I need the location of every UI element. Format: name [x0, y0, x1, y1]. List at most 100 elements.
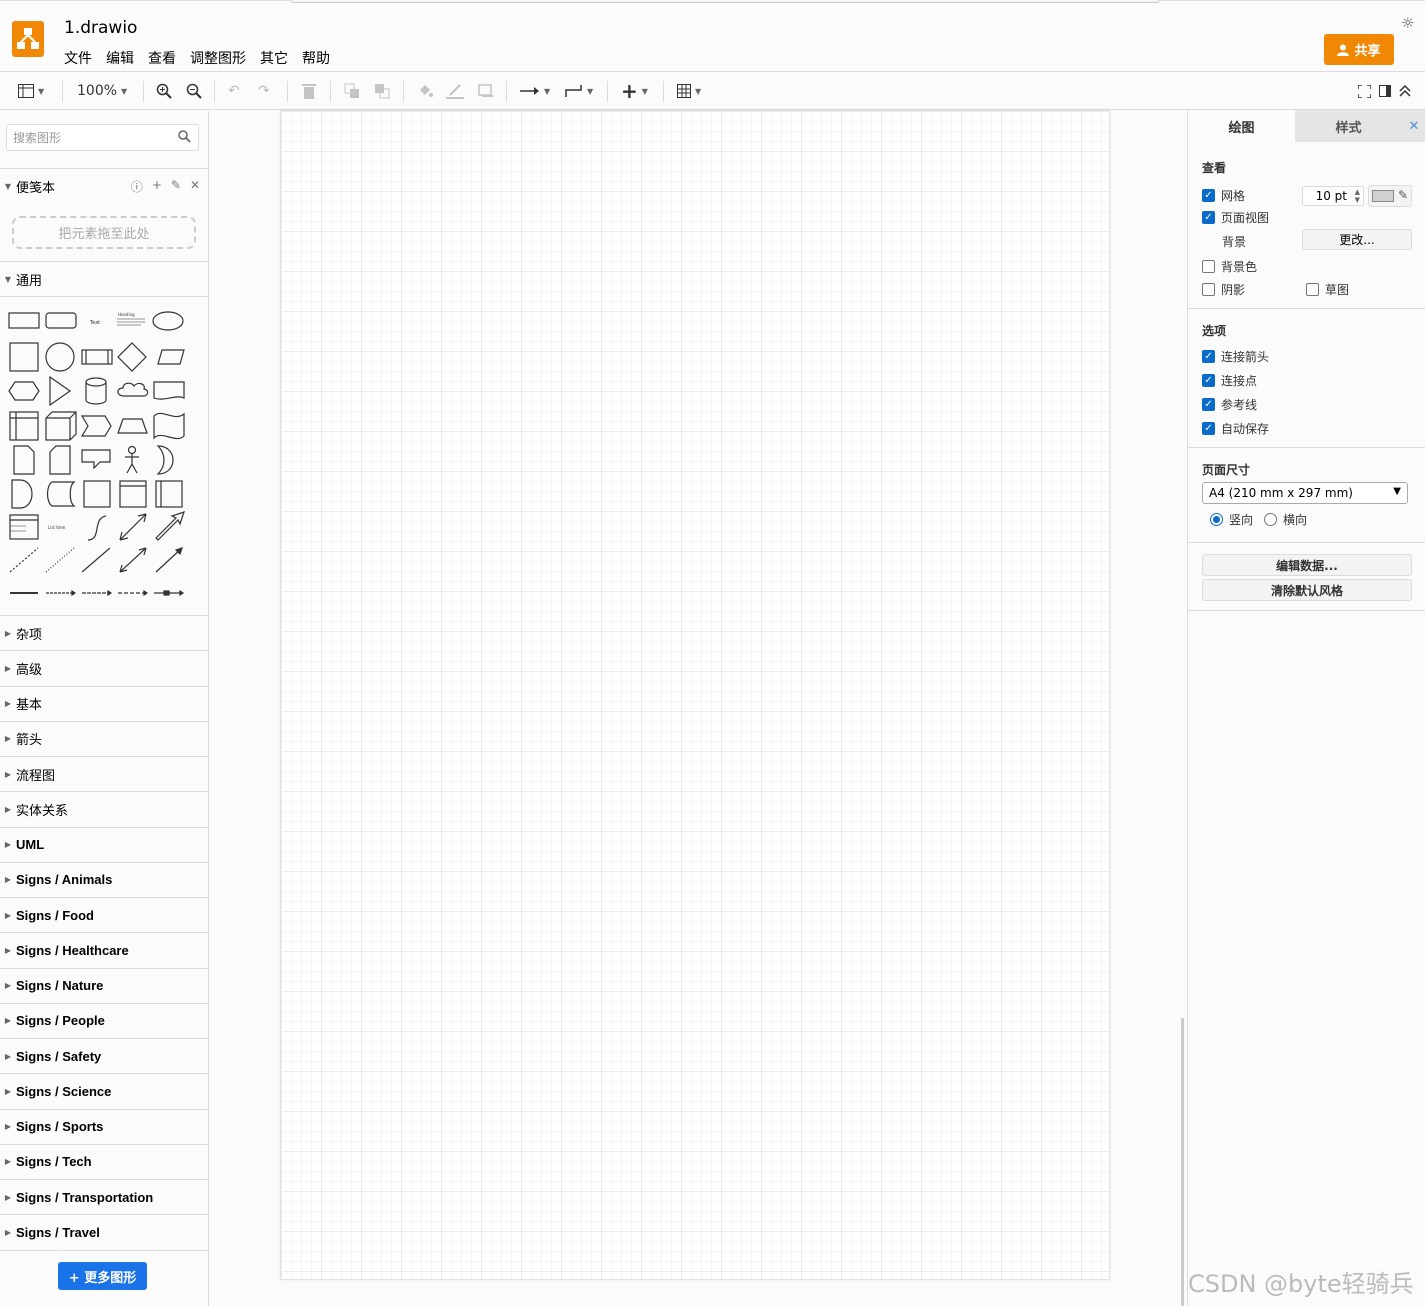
connection-points-row[interactable]: ✓ 连接点	[1202, 372, 1257, 389]
shape-diamond[interactable]	[117, 342, 147, 372]
theme-toggle-icon[interactable]: ☼	[1401, 14, 1414, 32]
guides-checkbox[interactable]: ✓	[1202, 398, 1215, 411]
shape-square[interactable]	[9, 342, 39, 372]
category-2[interactable]: ▶ 基本	[0, 685, 208, 721]
shadow-checkbox-row[interactable]: 阴影	[1202, 281, 1245, 298]
category-8[interactable]: ▶ Signs / Food	[0, 897, 208, 932]
sketch-checkbox-row[interactable]: 草图	[1306, 281, 1349, 298]
shape-connector-3[interactable]	[118, 589, 149, 597]
shape-note[interactable]	[13, 445, 35, 475]
help-icon[interactable]: ⓘ	[131, 178, 143, 195]
landscape-radio-row[interactable]: 横向	[1264, 511, 1307, 528]
menu-view[interactable]: 查看	[148, 48, 176, 68]
shape-document[interactable]	[153, 381, 185, 400]
shape-swimlane[interactable]	[119, 480, 147, 508]
menu-extras[interactable]: 其它	[260, 48, 288, 68]
menu-arrange[interactable]: 调整图形	[190, 48, 246, 68]
collapse-icon[interactable]	[1399, 81, 1411, 101]
shape-connector-2[interactable]	[82, 589, 113, 597]
scratchpad-header[interactable]: ▼ 便笺本 ⓘ + ✎ ✕	[0, 168, 208, 203]
shadow-icon[interactable]	[478, 81, 494, 101]
shape-rectangle[interactable]	[8, 312, 40, 329]
category-0[interactable]: ▶ 杂项	[0, 615, 208, 650]
guides-row[interactable]: ✓ 参考线	[1202, 396, 1257, 413]
add-icon[interactable]: +	[152, 178, 162, 195]
shape-textbox[interactable]: Heading	[117, 312, 145, 326]
category-17[interactable]: ▶ Signs / Travel	[0, 1214, 208, 1249]
insert-icon[interactable]: + ▼	[621, 81, 648, 101]
shape-step[interactable]	[80, 415, 112, 437]
category-6[interactable]: ▶ UML	[0, 826, 208, 862]
category-9[interactable]: ▶ Signs / Healthcare	[0, 932, 208, 967]
tab-style[interactable]: 样式	[1295, 110, 1402, 142]
menu-edit[interactable]: 编辑	[106, 48, 134, 68]
category-14[interactable]: ▶ Signs / Sports	[0, 1108, 208, 1144]
shape-bidirectional-arrow[interactable]	[119, 513, 147, 541]
category-12[interactable]: ▶ Signs / Safety	[0, 1038, 208, 1073]
redo-icon[interactable]: ↷	[258, 81, 270, 101]
zoom-out-icon[interactable]	[186, 81, 202, 101]
background-change-button[interactable]: 更改...	[1302, 229, 1412, 250]
shape-vertical-container[interactable]	[155, 480, 183, 508]
scratchpad-drop-zone[interactable]: 把元素拖至此处	[12, 216, 196, 249]
close-icon[interactable]: ✕	[190, 178, 200, 195]
shape-actor[interactable]	[125, 445, 139, 474]
document-title[interactable]: 1.drawio	[64, 18, 137, 38]
shape-ellipse[interactable]	[152, 311, 184, 331]
shape-card[interactable]	[49, 445, 71, 475]
category-11[interactable]: ▶ Signs / People	[0, 1002, 208, 1038]
shape-trapezoid[interactable]	[117, 418, 148, 434]
edit-data-button[interactable]: 编辑数据...	[1202, 554, 1412, 576]
shape-dotted-line[interactable]	[45, 547, 75, 573]
general-header[interactable]: ▼ 通用	[0, 261, 208, 296]
zoom-dropdown[interactable]: 100% ▼	[77, 81, 127, 101]
menu-help[interactable]: 帮助	[302, 48, 330, 68]
shape-arrow[interactable]	[155, 511, 185, 541]
connection-arrows-row[interactable]: ✓ 连接箭头	[1202, 348, 1269, 365]
portrait-radio-row[interactable]: 竖向	[1210, 511, 1253, 528]
connection-arrows-checkbox[interactable]: ✓	[1202, 350, 1215, 363]
category-15[interactable]: ▶ Signs / Tech	[0, 1143, 208, 1179]
category-1[interactable]: ▶ 高级	[0, 650, 208, 685]
to-front-icon[interactable]	[344, 81, 360, 101]
category-10[interactable]: ▶ Signs / Nature	[0, 967, 208, 1003]
grid-size-input[interactable]: 10 pt ▲ ▼	[1302, 186, 1364, 206]
shape-list[interactable]	[9, 514, 39, 540]
fill-color-icon[interactable]	[417, 81, 433, 101]
landscape-radio[interactable]	[1264, 513, 1277, 526]
page-view-checkbox[interactable]: ✓	[1202, 211, 1215, 224]
shape-parallelogram[interactable]	[157, 349, 185, 365]
more-shapes-button[interactable]: + 更多图形	[58, 1262, 147, 1290]
shape-text[interactable]: Text	[89, 320, 100, 326]
portrait-radio[interactable]	[1210, 513, 1223, 526]
connection-icon[interactable]: ▼	[520, 81, 550, 101]
connection-points-checkbox[interactable]: ✓	[1202, 374, 1215, 387]
shape-connector-1[interactable]	[46, 589, 77, 597]
spinner-icon[interactable]: ▲ ▼	[1355, 188, 1360, 204]
line-color-icon[interactable]	[446, 81, 464, 101]
shape-circle[interactable]	[45, 342, 75, 372]
grid-color-button[interactable]: ✎	[1368, 185, 1412, 207]
shape-line[interactable]	[81, 547, 111, 573]
shape-curve[interactable]	[87, 515, 107, 541]
vertical-scrollbar[interactable]	[1181, 1018, 1184, 1306]
clear-default-style-button[interactable]: 清除默认风格	[1202, 579, 1412, 601]
autosave-checkbox[interactable]: ✓	[1202, 422, 1215, 435]
shape-connector-4[interactable]	[154, 589, 185, 597]
bg-color-checkbox-row[interactable]: 背景色	[1202, 258, 1257, 275]
undo-icon[interactable]: ↶	[228, 81, 240, 101]
shape-data-storage[interactable]	[46, 481, 76, 507]
delete-icon[interactable]	[302, 81, 316, 101]
shape-cube[interactable]	[45, 411, 77, 441]
shape-process[interactable]	[81, 349, 113, 365]
category-16[interactable]: ▶ Signs / Transportation	[0, 1179, 208, 1214]
tab-diagram[interactable]: 绘图	[1188, 110, 1295, 142]
to-back-icon[interactable]	[374, 81, 390, 101]
table-icon[interactable]: ▼	[677, 81, 701, 101]
edit-icon[interactable]: ✎	[171, 178, 181, 195]
shape-rounded-rectangle[interactable]	[45, 312, 77, 329]
bg-color-checkbox[interactable]	[1202, 260, 1215, 273]
category-13[interactable]: ▶ Signs / Science	[0, 1073, 208, 1108]
search-icon[interactable]	[178, 130, 191, 143]
shape-directional-connector[interactable]	[155, 547, 183, 573]
